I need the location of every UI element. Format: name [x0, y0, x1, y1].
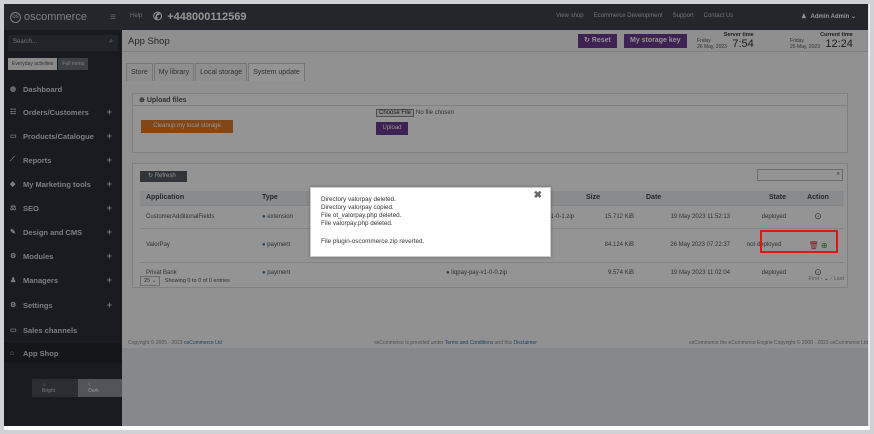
dialog-message: Directory valorpay deleted.	[321, 196, 396, 203]
dialog-message: File plugin-oscommerce.zip reverted.	[321, 238, 425, 245]
scroll-up-icon[interactable]: ▲	[869, 6, 874, 12]
close-icon[interactable]: ✖	[534, 190, 542, 201]
page-scrollbar[interactable]: ▲ ▼	[868, 4, 874, 426]
scroll-down-icon[interactable]: ▼	[869, 418, 874, 424]
highlight-box	[760, 230, 838, 253]
dialog-message: File ot_valorpay.php deleted.	[321, 212, 402, 219]
dialog-message: File valorpay.php deleted.	[321, 220, 393, 227]
result-dialog: ✖ Directory valorpay deleted. Directory …	[310, 187, 551, 257]
dialog-message: Directory valorpay copied.	[321, 204, 394, 211]
